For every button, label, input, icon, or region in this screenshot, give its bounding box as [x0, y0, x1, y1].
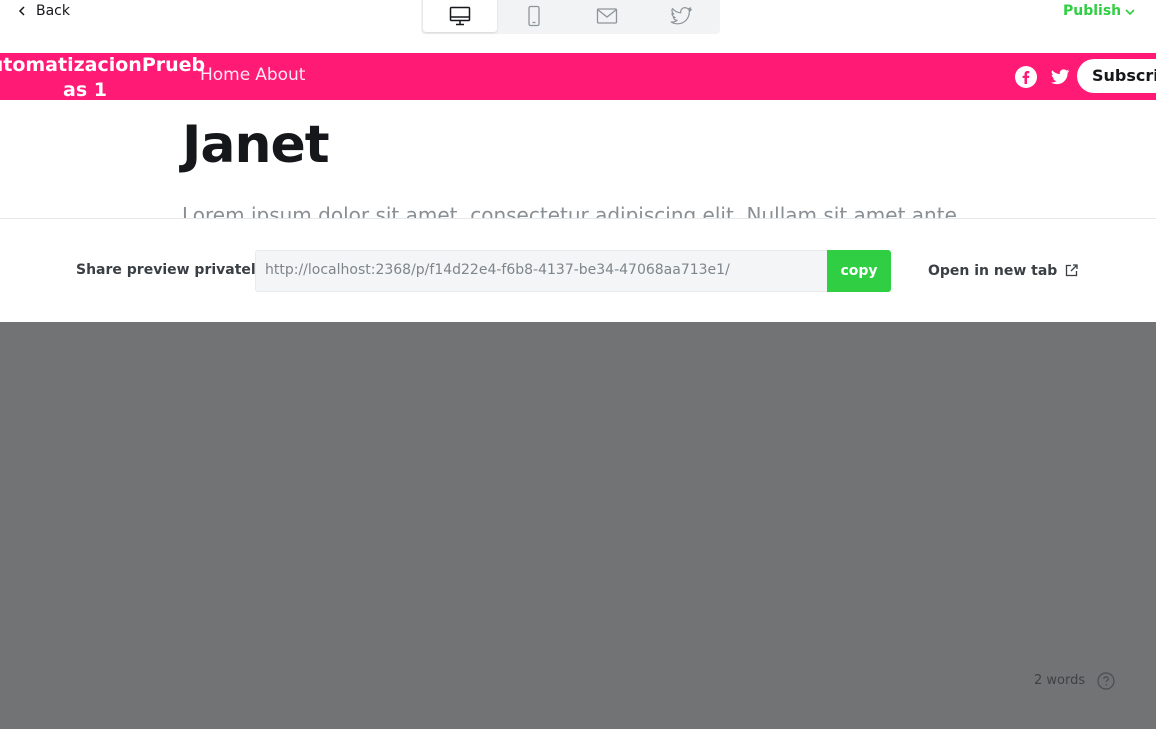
twitter-preview-button[interactable]	[644, 0, 718, 32]
share-preview-label: Share preview privately	[76, 262, 265, 278]
post-excerpt: Lorem ipsum dolor sit amet, consectetur …	[182, 203, 957, 219]
open-in-new-tab-link[interactable]: Open in new tab	[928, 263, 1078, 279]
editor-toolbar: Back Publish	[0, 0, 1156, 40]
site-title[interactable]: AutomatizacionPrueb as 1	[0, 53, 206, 103]
preview-device-switcher	[421, 0, 720, 34]
twitter-icon[interactable]	[1049, 66, 1071, 88]
site-header: AutomatizacionPrueb as 1 Home About Subs…	[0, 53, 1156, 103]
nav-link-about[interactable]: About	[255, 65, 305, 85]
twitter-icon	[670, 7, 693, 25]
preview-url-field[interactable]: http://localhost:2368/p/f14d22e4-f6b8-41…	[255, 250, 828, 292]
copy-button[interactable]: copy	[827, 250, 891, 292]
back-button[interactable]: Back	[18, 3, 70, 19]
facebook-icon[interactable]	[1015, 66, 1037, 88]
chevron-left-icon	[18, 6, 25, 16]
nav-link-home[interactable]: Home	[200, 65, 250, 85]
open-in-new-tab-label: Open in new tab	[928, 263, 1058, 279]
external-link-icon	[1066, 263, 1078, 276]
desktop-preview-button[interactable]	[423, 0, 497, 32]
site-preview: AutomatizacionPrueb as 1 Home About Subs…	[0, 53, 1156, 219]
chevron-down-icon	[1125, 9, 1135, 16]
email-preview-button[interactable]	[571, 0, 645, 32]
site-title-line2: as 1	[63, 79, 107, 101]
mobile-icon	[527, 5, 540, 27]
publish-label: Publish	[1063, 3, 1122, 19]
site-nav-links: Home About	[200, 65, 305, 85]
post-title: Janet	[182, 115, 330, 175]
share-preview-bar: Share preview privately http://localhost…	[0, 218, 1156, 322]
desktop-icon	[449, 6, 471, 26]
subscribe-button[interactable]: Subscribe	[1077, 59, 1156, 93]
question-circle-icon[interactable]	[1097, 672, 1115, 690]
back-label: Back	[36, 3, 70, 19]
social-links	[1015, 66, 1071, 88]
word-count: 2 words	[1034, 673, 1086, 688]
modal-backdrop[interactable]: 2 words	[0, 322, 1156, 729]
mobile-preview-button[interactable]	[497, 0, 571, 32]
mail-icon	[597, 8, 618, 24]
site-title-line1: AutomatizacionPrueb	[0, 54, 206, 76]
publish-menu-button[interactable]: Publish	[1063, 3, 1135, 19]
